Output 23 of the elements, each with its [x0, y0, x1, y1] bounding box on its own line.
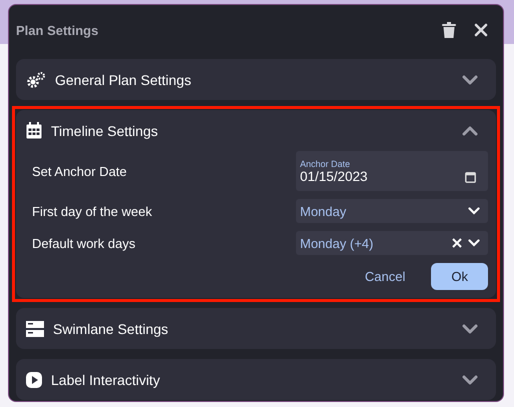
trash-icon[interactable] [442, 22, 456, 38]
date-field[interactable]: Anchor Date 01/15/2023 [296, 151, 488, 191]
field-label: First day of the week [32, 204, 153, 218]
dropdown-field[interactable]: Monday [296, 199, 488, 223]
cancel-button[interactable]: Cancel [364, 269, 406, 284]
play-icon [26, 372, 42, 388]
gears-icon [26, 72, 46, 88]
calendar-icon [465, 171, 476, 183]
section-header[interactable]: Swimlane Settings [16, 308, 496, 349]
clear-icon[interactable] [452, 238, 462, 248]
ok-button[interactable]: Ok [431, 263, 488, 290]
section-header[interactable]: Timeline Settings [16, 110, 496, 151]
close-icon[interactable] [474, 23, 488, 37]
dropdown-field[interactable]: Monday (+4) [296, 231, 488, 255]
dialog-title: Plan Settings [16, 22, 100, 38]
calendar-icon [26, 122, 42, 139]
section-header[interactable]: Label Interactivity [16, 359, 496, 400]
section-header[interactable]: General Plan Settings [16, 59, 496, 100]
chevron-down-icon [468, 207, 480, 215]
field-label: Default work days [32, 236, 136, 250]
field-label: Set Anchor Date [32, 164, 128, 178]
swimlane-icon [26, 320, 44, 336]
chevron-down-icon [468, 239, 480, 247]
